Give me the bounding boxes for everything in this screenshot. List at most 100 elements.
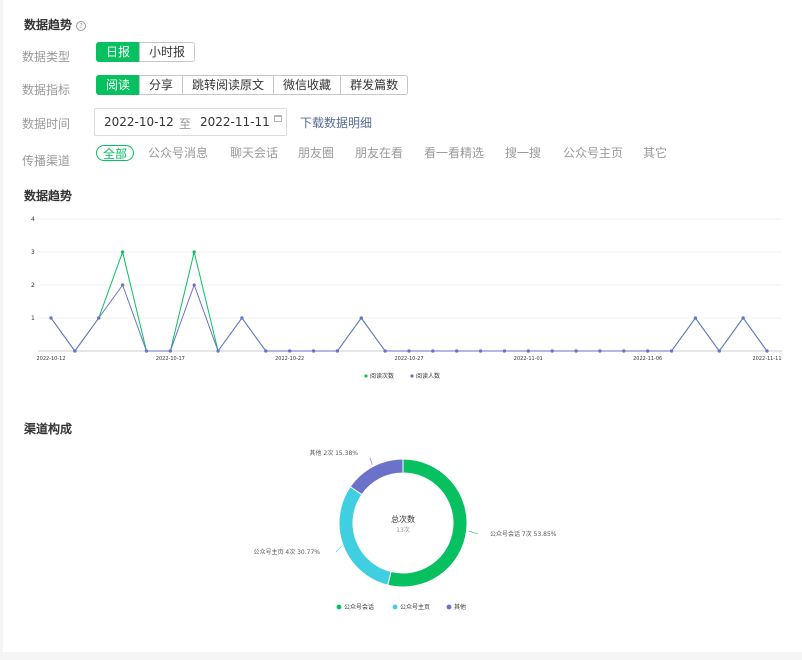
calendar-icon (274, 115, 282, 122)
channel-option-homepage[interactable]: 公众号主页 (563, 145, 623, 161)
donut-center-title: 总次数 (391, 514, 415, 524)
data-type-option-daily[interactable]: 日报 (96, 42, 141, 62)
pie-leader-line (369, 457, 373, 465)
channel-label: 传播渠道 (22, 154, 71, 168)
legend-marker (392, 604, 398, 610)
legend-marker (364, 374, 368, 378)
y-tick-label: 2 (31, 282, 35, 289)
data-point (407, 349, 411, 353)
x-tick-label: 2022-10-17 (156, 356, 185, 362)
date-end: 2022-11-11 (200, 115, 270, 129)
data-point (574, 349, 578, 353)
metric-selector: 阅读 分享 跳转阅读原文 微信收藏 群发篇数 (96, 75, 409, 95)
data-point (121, 250, 125, 254)
legend-label: 阅读次数 (370, 372, 394, 380)
y-tick-label: 1 (31, 315, 35, 322)
x-tick-label: 2022-11-06 (633, 356, 662, 362)
channel-option-top-stories[interactable]: 看一看精选 (424, 145, 484, 161)
trend-line-chart: 1 2 3 4 2022-10-12 2022-10-17 2022-10-22 2022-1… (31, 216, 782, 380)
channel-option-moments[interactable]: 朋友圈 (298, 145, 334, 161)
data-point (168, 349, 172, 353)
channel-option-search[interactable]: 搜一搜 (505, 145, 541, 161)
legend-marker (336, 604, 342, 610)
y-tick-label: 3 (31, 249, 35, 256)
legend-label: 其他 (454, 603, 466, 611)
metric-option-original[interactable]: 跳转阅读原文 (182, 75, 275, 95)
channel-option-friends-watching[interactable]: 朋友在看 (355, 145, 403, 161)
data-point (311, 349, 316, 353)
x-tick-label: 2022-11-11 (752, 356, 781, 362)
channel-option-messages[interactable]: 公众号消息 (148, 145, 208, 161)
channel-option-all[interactable]: 全部 (96, 145, 135, 161)
data-type-selector: 日报 小时报 (96, 42, 196, 62)
pie-leader-line (335, 546, 342, 553)
x-tick-label: 2022-10-27 (394, 356, 423, 362)
data-point (335, 349, 339, 353)
legend-label: 阅读人数 (416, 372, 440, 380)
download-link[interactable]: 下载数据明细 (300, 114, 372, 131)
series-line-0 (50, 250, 768, 353)
date-separator: 至 (179, 117, 192, 131)
y-tick-label: 4 (31, 216, 35, 223)
data-point (765, 349, 769, 353)
x-tick-label: 2022-10-12 (36, 356, 65, 362)
date-range-picker[interactable]: 2022-10-12 至 2022-11-11 (94, 108, 287, 136)
data-point (502, 349, 507, 353)
data-point (431, 349, 435, 353)
data-point (646, 349, 650, 353)
data-type-label: 数据类型 (22, 50, 71, 64)
channel-option-other[interactable]: 其它 (643, 145, 667, 161)
channel-donut-chart: 公众号会话 7次 53.85% 公众号主页 4次 30.77% 其他 2次 15.3… (253, 449, 557, 611)
legend-marker (446, 604, 452, 610)
data-point (359, 316, 363, 320)
donut-center-value: 13次 (396, 526, 410, 534)
data-point (264, 349, 268, 353)
data-point (479, 349, 483, 353)
x-tick-label: 2022-10-22 (275, 356, 304, 362)
data-point (97, 316, 101, 320)
data-point (192, 283, 196, 287)
page-title-text: 数据趋势 (24, 18, 73, 32)
data-point (240, 316, 244, 320)
date-label: 数据时间 (22, 117, 71, 131)
pie-slice-label: 公众号主页 4次 30.77% (253, 548, 320, 556)
data-point (192, 250, 196, 254)
pie-slice (349, 458, 404, 496)
legend-label: 公众号主页 (400, 603, 430, 611)
page-title: 数据趋势? (24, 16, 87, 33)
pie-leader-line (468, 530, 479, 535)
data-point (383, 349, 387, 353)
data-point (73, 349, 77, 353)
data-point (693, 316, 698, 320)
data-point (550, 349, 554, 353)
pie-slice (338, 485, 392, 586)
data-point (49, 316, 53, 320)
composition-title: 渠道构成 (24, 422, 73, 436)
data-point (455, 349, 459, 353)
data-point (741, 316, 745, 320)
data-point (216, 349, 220, 353)
metric-label: 数据指标 (22, 83, 71, 97)
metric-option-read[interactable]: 阅读 (96, 75, 141, 95)
trend-title: 数据趋势 (24, 189, 73, 203)
metric-option-posts[interactable]: 群发篇数 (340, 75, 409, 95)
data-point (669, 349, 674, 353)
pie-slice-label: 其他 2次 15.38% (309, 449, 358, 457)
help-icon[interactable]: ? (76, 21, 87, 31)
metric-option-share[interactable]: 分享 (139, 75, 184, 95)
data-point (144, 349, 149, 353)
legend-label: 公众号会话 (344, 603, 374, 611)
x-tick-label: 2022-11-01 (514, 356, 543, 362)
data-type-option-hourly[interactable]: 小时报 (139, 42, 196, 62)
data-point (121, 283, 125, 287)
metric-option-favorite[interactable]: 微信收藏 (273, 75, 342, 95)
data-point (288, 349, 292, 353)
data-point (622, 349, 626, 353)
channel-option-chat[interactable]: 聊天会话 (230, 145, 278, 161)
date-start: 2022-10-12 (104, 115, 174, 129)
legend-marker (410, 374, 414, 378)
data-point (717, 349, 721, 353)
data-point (598, 349, 602, 353)
data-point (526, 349, 530, 353)
pie-slice-label: 公众号会话 7次 53.85% (490, 530, 557, 538)
